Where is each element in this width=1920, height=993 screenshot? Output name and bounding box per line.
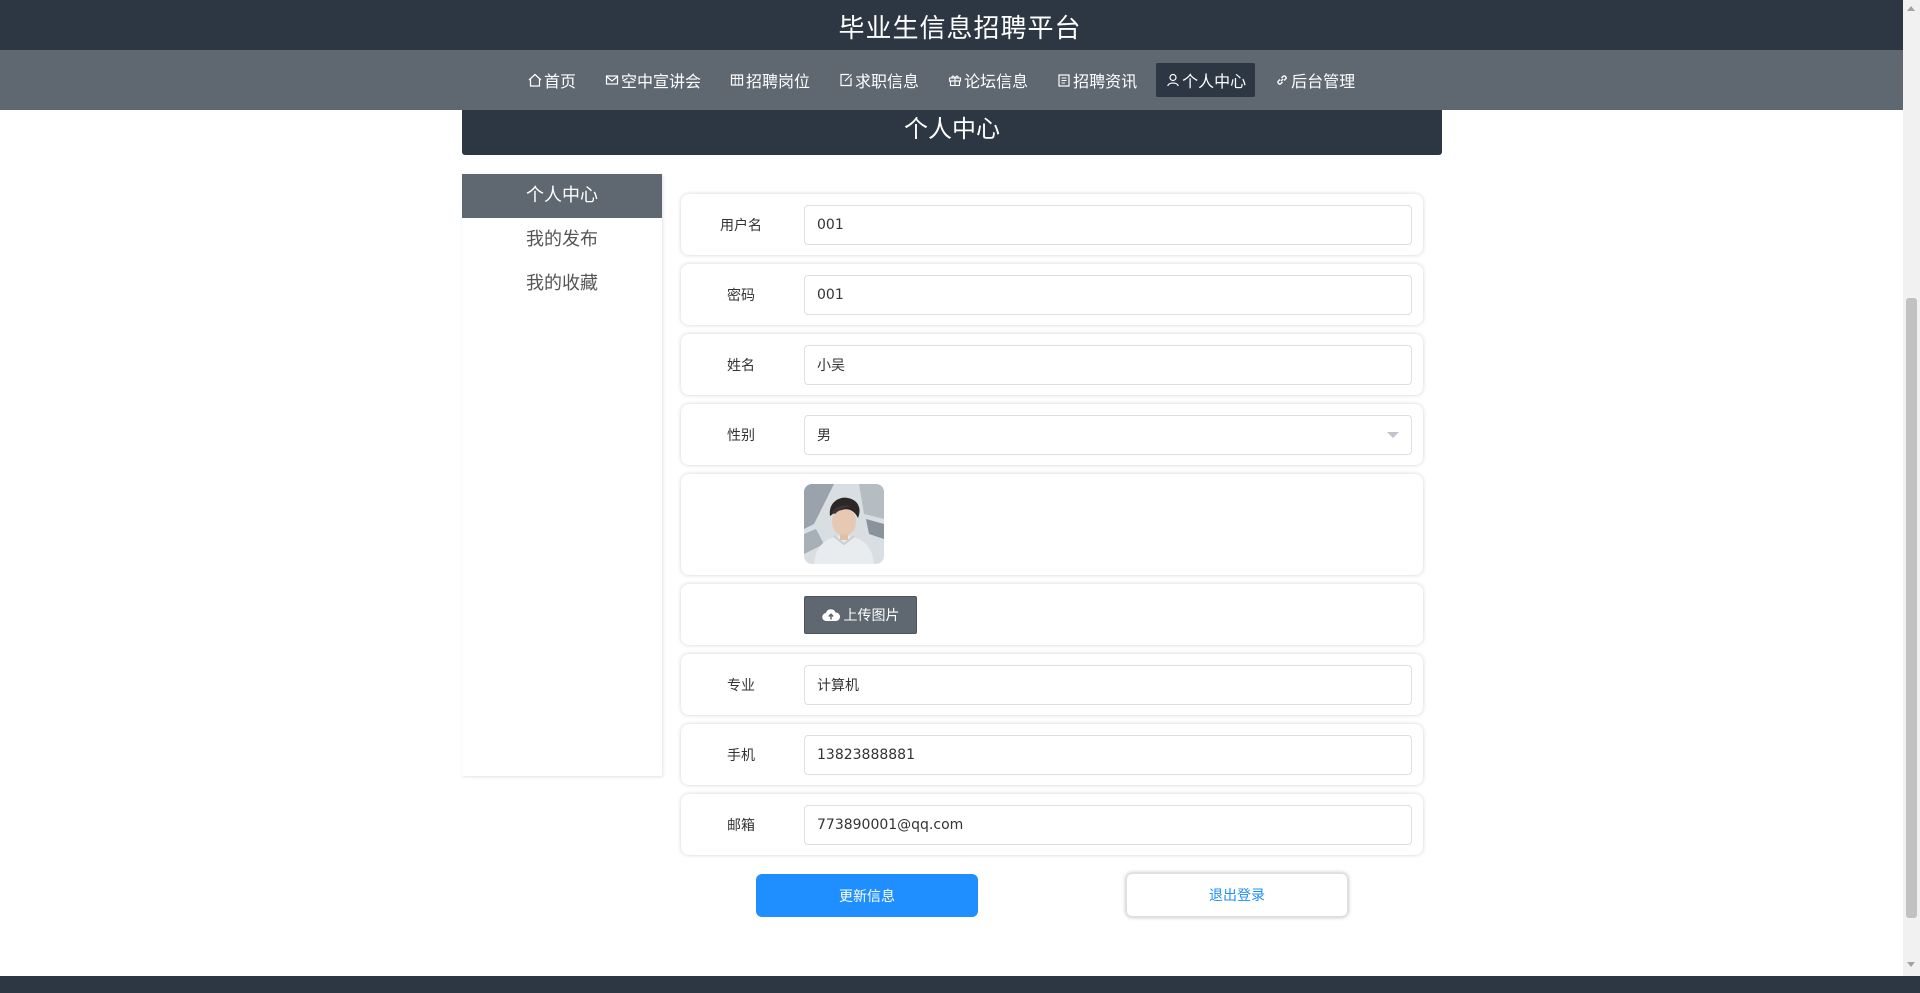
- cloud-upload-icon: [821, 608, 840, 622]
- gender-selected-value: 男: [817, 428, 831, 444]
- sidebar: 个人中心 我的发布 我的收藏: [462, 174, 662, 776]
- gender-select[interactable]: 男: [804, 415, 1412, 455]
- upload-label: 上传图片: [843, 608, 900, 624]
- home-icon: [527, 73, 542, 88]
- form-row-phone: 手机 13823888881: [681, 724, 1423, 785]
- nav-label: 求职信息: [855, 72, 920, 91]
- nav-list: 首页 空中宣讲会 招聘岗位 求职信息 论坛信息 招聘资讯 个人中心 后台管理: [518, 63, 1374, 97]
- nav-label: 后台管理: [1291, 72, 1356, 91]
- mail-icon: [604, 73, 619, 88]
- major-label: 专业: [727, 678, 755, 694]
- password-input[interactable]: 001: [804, 275, 1412, 315]
- grid-icon: [729, 73, 744, 88]
- gift-icon: [947, 73, 962, 88]
- nav-item-job-seeking[interactable]: 求职信息: [829, 63, 928, 97]
- user-icon: [1165, 73, 1180, 88]
- site-title: 毕业生信息招聘平台: [838, 14, 1082, 44]
- page-scrollbar[interactable]: [1903, 0, 1920, 976]
- form-row-upload: 上传图片: [681, 584, 1423, 645]
- major-input[interactable]: 计算机: [804, 665, 1412, 705]
- upload-image-button[interactable]: 上传图片: [804, 596, 917, 634]
- nav-label: 空中宣讲会: [621, 72, 702, 91]
- sidebar-item-personal-center[interactable]: 个人中心: [462, 174, 662, 218]
- clipboard-icon: [1056, 73, 1071, 88]
- nav-item-air-lecture[interactable]: 空中宣讲会: [595, 63, 710, 97]
- nav-item-personal-center[interactable]: 个人中心: [1156, 63, 1256, 97]
- nav-item-admin[interactable]: 后台管理: [1265, 63, 1364, 97]
- sidebar-item-my-favorites[interactable]: 我的收藏: [462, 262, 662, 306]
- nav-label: 首页: [544, 72, 577, 91]
- form-row-username: 用户名 001: [681, 194, 1423, 255]
- phone-input[interactable]: 13823888881: [804, 735, 1412, 775]
- top-header: 毕业生信息招聘平台: [0, 0, 1920, 50]
- nav-item-news[interactable]: 招聘资讯: [1047, 63, 1146, 97]
- edit-icon: [838, 73, 853, 88]
- form-row-gender: 性别 男: [681, 404, 1423, 465]
- nav-item-home[interactable]: 首页: [518, 63, 585, 97]
- nav-label: 论坛信息: [964, 72, 1029, 91]
- footer-bar: [0, 976, 1920, 993]
- form-row-name: 姓名 小吴: [681, 334, 1423, 395]
- username-label: 用户名: [720, 218, 762, 234]
- page-banner: 个人中心: [462, 110, 1442, 155]
- nav-label: 个人中心: [1182, 72, 1247, 91]
- main-nav: 首页 空中宣讲会 招聘岗位 求职信息 论坛信息 招聘资讯 个人中心 后台管理: [0, 50, 1920, 110]
- chevron-down-icon: [1387, 432, 1399, 438]
- link-icon: [1274, 73, 1289, 88]
- name-input[interactable]: 小吴: [804, 345, 1412, 385]
- username-input[interactable]: 001: [804, 205, 1412, 245]
- phone-label: 手机: [727, 748, 755, 764]
- scroll-up-icon[interactable]: [1907, 6, 1915, 11]
- form-row-major: 专业 计算机: [681, 654, 1423, 715]
- nav-label: 招聘岗位: [746, 72, 811, 91]
- update-info-button[interactable]: 更新信息: [756, 874, 978, 917]
- sidebar-item-my-posts[interactable]: 我的发布: [462, 218, 662, 262]
- email-label: 邮箱: [727, 818, 755, 834]
- form-row-email: 邮箱 773890001@qq.com: [681, 794, 1423, 855]
- name-label: 姓名: [727, 358, 755, 374]
- logout-button[interactable]: 退出登录: [1126, 873, 1348, 917]
- gender-label: 性别: [727, 428, 755, 444]
- avatar: [804, 484, 884, 564]
- form-row-avatar: [681, 474, 1423, 575]
- scrollbar-thumb[interactable]: [1906, 298, 1917, 918]
- scroll-down-icon[interactable]: [1907, 962, 1915, 967]
- email-input[interactable]: 773890001@qq.com: [804, 805, 1412, 845]
- form-row-password: 密码 001: [681, 264, 1423, 325]
- nav-item-jobs[interactable]: 招聘岗位: [720, 63, 819, 97]
- password-label: 密码: [727, 288, 755, 304]
- nav-label: 招聘资讯: [1073, 72, 1138, 91]
- nav-item-forum[interactable]: 论坛信息: [938, 63, 1037, 97]
